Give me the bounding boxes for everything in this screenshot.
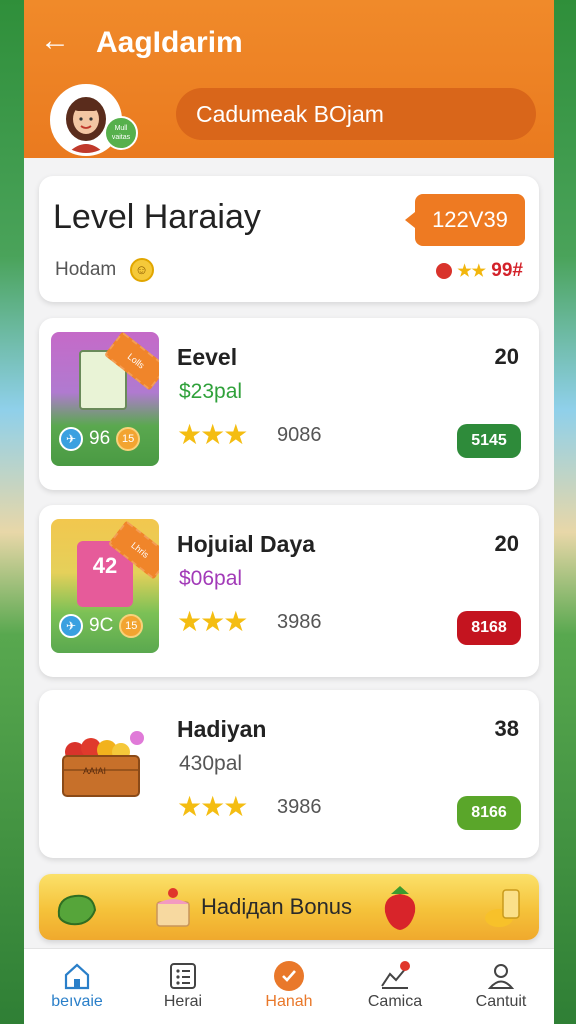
coin-icon: 15: [119, 614, 144, 638]
product-badge[interactable]: 5145: [457, 424, 521, 458]
nav-item-home[interactable]: beıvaie: [24, 949, 130, 1024]
nav-item-camica[interactable]: Camica: [342, 949, 448, 1024]
product-number: 20: [494, 531, 519, 556]
app-screen: ← AagIdarim Mull vaitas Cadumeak BOjam L…: [24, 0, 554, 1024]
thumbnail-footer: ✈ 96 15: [59, 426, 153, 452]
bonus-banner[interactable]: Hadiдan Bonus: [39, 874, 539, 940]
berry-icon: [436, 262, 453, 279]
nav-label: Cantuit: [475, 993, 527, 1010]
cake-icon: [156, 888, 190, 927]
chart-icon: [381, 961, 410, 989]
product-count: 3986: [277, 796, 322, 818]
nav-item-herai[interactable]: Herai: [130, 949, 236, 1024]
check-circle-icon: [274, 961, 304, 991]
level-subtitle-text: Hodam: [55, 259, 117, 281]
thumbnail-footer: ✈ 9C 15: [59, 613, 153, 639]
product-number: 38: [494, 716, 519, 741]
product-badge[interactable]: 8166: [457, 796, 521, 830]
rocket-icon: ✈: [59, 614, 83, 638]
product-count: 3986: [277, 611, 322, 633]
back-arrow-icon[interactable]: ←: [38, 24, 72, 58]
crate-label: AAIAI: [83, 766, 107, 776]
nav-item-hanah[interactable]: Hanah: [236, 949, 342, 1024]
user-name-pill[interactable]: Cadumeak BOjam: [176, 88, 536, 140]
grid-icon: [170, 963, 196, 989]
fruit-crate-icon: [62, 731, 144, 797]
thumbnail-value: 96: [89, 428, 111, 449]
product-card[interactable]: Lolls ✈ 96 15 Eevel 20 $23pal ★★★ 9086 5…: [39, 318, 539, 490]
bonus-label: Hadiдan Bonus: [201, 894, 353, 919]
smiley-icon: ☺: [129, 258, 154, 282]
level-score: ★★ 99#: [436, 260, 523, 282]
product-thumbnail: Lolls ✈ 96 15: [51, 332, 159, 466]
pepper-icon: [57, 894, 97, 926]
home-icon: [64, 963, 90, 990]
level-title: Level Haraiay: [53, 198, 261, 236]
backdrop-right: [554, 0, 576, 1024]
app-title: AagIdarim: [96, 26, 243, 59]
thumbnail-value: 9C: [89, 615, 114, 636]
bottom-nav: beıvaie Herai Hanah Camica Cantuit: [24, 948, 554, 1024]
product-number: 20: [494, 344, 519, 369]
status-badge: Mull vaitas: [104, 116, 138, 150]
coin-icon: 15: [116, 427, 141, 451]
product-title: Eevel: [177, 344, 238, 370]
level-score-value: 99#: [491, 260, 523, 281]
backdrop-left: [0, 0, 24, 1024]
product-title: Hojuial Daya: [177, 531, 316, 557]
user-icon: [487, 964, 515, 989]
product-title: Hadiyan: [177, 716, 267, 742]
level-subtitle: Hodam ☺: [55, 258, 154, 282]
avatar[interactable]: Mull vaitas: [50, 84, 138, 156]
header: ← AagIdarim Mull vaitas Cadumeak BOjam: [24, 0, 554, 158]
rocket-icon: ✈: [59, 427, 83, 451]
star-icon: ★★: [457, 263, 487, 280]
nav-label: beıvaie: [51, 993, 103, 1010]
product-thumbnail: 42 Lhris ✈ 9C 15: [51, 519, 159, 653]
level-badge: 122V39: [405, 194, 525, 246]
star-rating: ★★★: [177, 791, 248, 822]
nav-item-cantuit[interactable]: Cantuit: [448, 949, 554, 1024]
product-card[interactable]: 42 Lhris ✈ 9C 15 Hojuial Daya 20 $06pal …: [39, 505, 539, 677]
nav-label: Herai: [163, 993, 203, 1010]
strawberry-icon: [384, 886, 416, 930]
juice-cup-icon: [485, 889, 520, 927]
nav-label: Hanah: [265, 993, 313, 1010]
product-badge[interactable]: 8168: [457, 611, 521, 645]
star-rating: ★★★: [177, 419, 248, 450]
level-card[interactable]: Level Haraiay 122V39 Hodam ☺ ★★ 99#: [39, 176, 539, 302]
product-price: 430pal: [179, 752, 243, 775]
product-price: $06pal: [179, 567, 243, 590]
product-count: 9086: [277, 424, 322, 446]
product-price: $23pal: [179, 380, 243, 403]
nav-label: Camica: [367, 993, 423, 1010]
product-card[interactable]: AAIAI Hadiyan 38 430pal ★★★ 3986 8166: [39, 690, 539, 858]
star-rating: ★★★: [177, 606, 248, 637]
